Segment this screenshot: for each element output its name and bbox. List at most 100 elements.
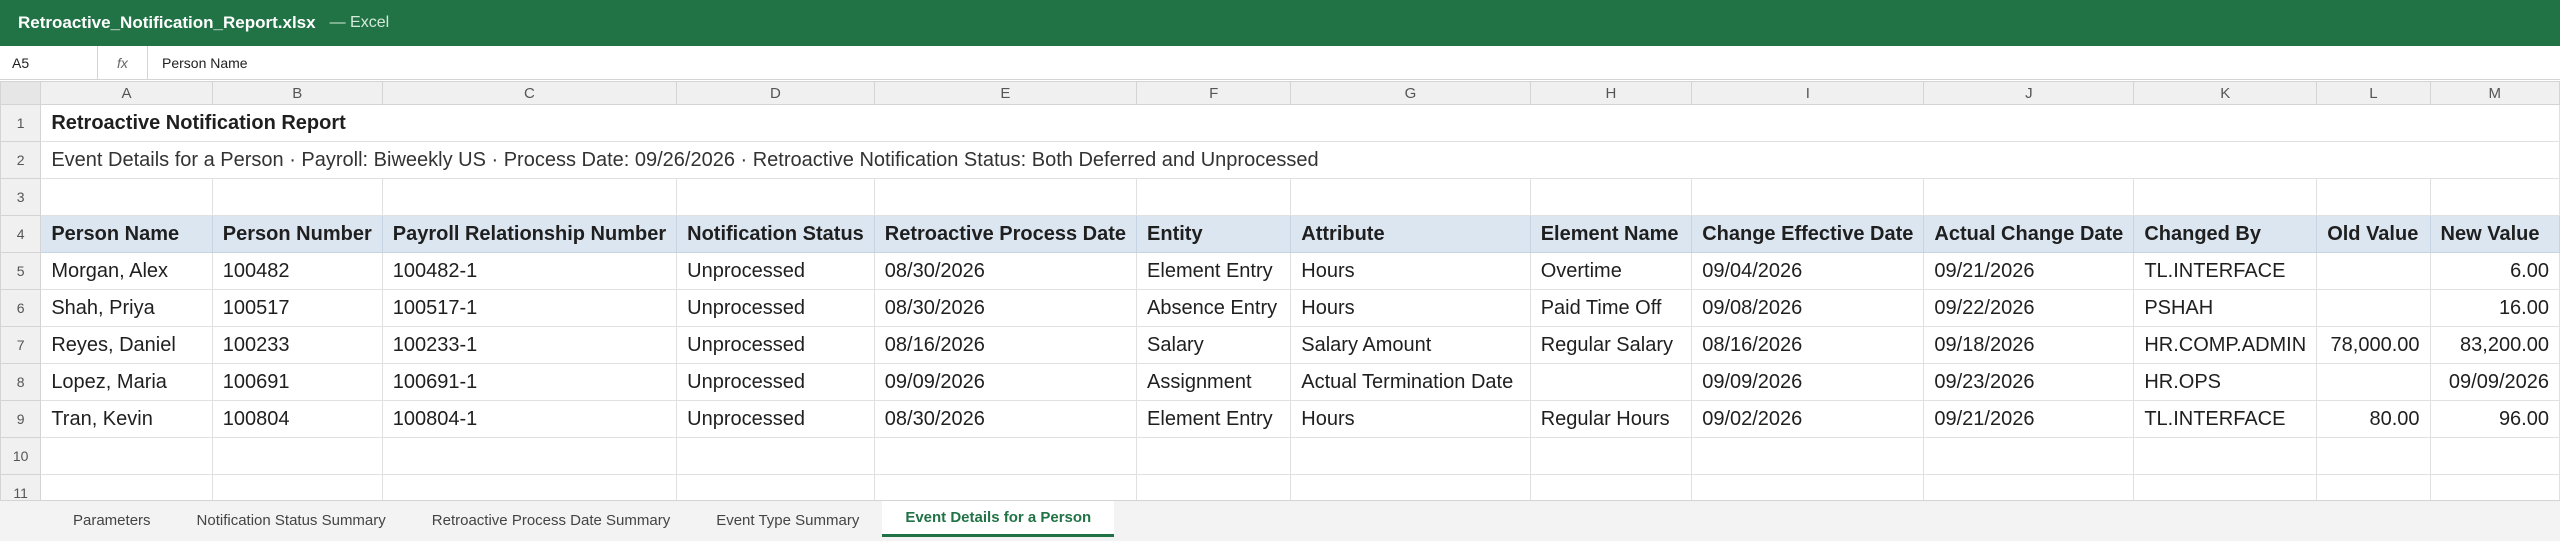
cell[interactable] <box>1529 363 1693 401</box>
cell[interactable] <box>1923 178 2135 216</box>
cell[interactable]: Salary <box>1136 326 1292 364</box>
column-header-j[interactable]: J <box>1923 81 2135 105</box>
cell[interactable]: 16.00 <box>2429 289 2560 327</box>
table-header-cell[interactable]: Payroll Relationship Number <box>381 215 678 253</box>
cell[interactable]: 09/09/2026 <box>2429 363 2560 401</box>
cell[interactable] <box>873 178 1138 216</box>
cell[interactable]: Unprocessed <box>676 400 875 438</box>
cell[interactable]: Hours <box>1290 289 1531 327</box>
cell[interactable]: 100233-1 <box>381 326 678 364</box>
cell[interactable]: 100691 <box>211 363 383 401</box>
cell[interactable]: Unprocessed <box>676 363 875 401</box>
cell[interactable]: PSHAH <box>2133 289 2318 327</box>
row-header-2[interactable]: 2 <box>0 141 42 179</box>
cell[interactable]: HR.OPS <box>2133 363 2318 401</box>
cell[interactable]: TL.INTERFACE <box>2133 252 2318 290</box>
cell[interactable]: 100233 <box>211 326 383 364</box>
cell[interactable] <box>381 437 678 475</box>
cell[interactable] <box>1290 437 1531 475</box>
sheet-tab-retroactive-process-date-summary[interactable]: Retroactive Process Date Summary <box>409 501 693 537</box>
cell[interactable] <box>211 178 383 216</box>
cell[interactable]: 100804-1 <box>381 400 678 438</box>
row-header-10[interactable]: 10 <box>0 437 42 475</box>
cell[interactable]: Assignment <box>1136 363 1292 401</box>
cell[interactable]: Lopez, Maria <box>40 363 213 401</box>
cell[interactable]: 08/30/2026 <box>873 400 1138 438</box>
cell[interactable]: Morgan, Alex <box>40 252 213 290</box>
cell[interactable] <box>1529 178 1693 216</box>
cell[interactable]: 09/18/2026 <box>1923 326 2135 364</box>
cell[interactable]: Element Entry <box>1136 252 1292 290</box>
column-header-f[interactable]: F <box>1136 81 1292 105</box>
cell[interactable] <box>40 437 213 475</box>
row-header-8[interactable]: 8 <box>0 363 42 401</box>
column-header-e[interactable]: E <box>873 81 1138 105</box>
sheet-tab-parameters[interactable]: Parameters <box>50 501 174 537</box>
cell[interactable]: Regular Salary <box>1529 326 1693 364</box>
column-header-c[interactable]: C <box>381 81 678 105</box>
table-header-cell[interactable]: Notification Status <box>676 215 875 253</box>
cell[interactable]: Regular Hours <box>1529 400 1693 438</box>
cell[interactable] <box>2429 437 2560 475</box>
cell[interactable] <box>2316 178 2431 216</box>
cell[interactable] <box>1691 178 1925 216</box>
cell[interactable]: 100482 <box>211 252 383 290</box>
cell[interactable]: 09/08/2026 <box>1691 289 1925 327</box>
cell[interactable] <box>2133 437 2318 475</box>
cell[interactable] <box>873 437 1138 475</box>
cell[interactable] <box>1923 437 2135 475</box>
cell[interactable]: 09/04/2026 <box>1691 252 1925 290</box>
row-header-4[interactable]: 4 <box>0 215 42 253</box>
column-header-b[interactable]: B <box>211 81 383 105</box>
cell[interactable] <box>1136 437 1292 475</box>
cell[interactable]: Absence Entry <box>1136 289 1292 327</box>
cell[interactable] <box>2133 178 2318 216</box>
table-header-cell[interactable]: Element Name <box>1529 215 1693 253</box>
column-header-h[interactable]: H <box>1529 81 1693 105</box>
cell[interactable] <box>2316 289 2431 327</box>
cell[interactable]: Tran, Kevin <box>40 400 213 438</box>
cell[interactable]: 09/22/2026 <box>1923 289 2135 327</box>
cell[interactable]: Salary Amount <box>1290 326 1531 364</box>
cell[interactable]: 80.00 <box>2316 400 2431 438</box>
cell[interactable]: 100517-1 <box>381 289 678 327</box>
cell[interactable]: 100804 <box>211 400 383 438</box>
table-header-cell[interactable]: Attribute <box>1290 215 1531 253</box>
row-header-1[interactable]: 1 <box>0 104 42 142</box>
cell[interactable]: 100482-1 <box>381 252 678 290</box>
table-header-cell[interactable]: Entity <box>1136 215 1292 253</box>
column-header-m[interactable]: M <box>2429 81 2560 105</box>
cell[interactable]: 08/30/2026 <box>873 289 1138 327</box>
fx-icon[interactable]: fx <box>98 46 148 79</box>
cell[interactable] <box>211 437 383 475</box>
cell[interactable]: TL.INTERFACE <box>2133 400 2318 438</box>
cell[interactable] <box>1529 437 1693 475</box>
cell[interactable]: Paid Time Off <box>1529 289 1693 327</box>
table-header-cell[interactable]: New Value <box>2429 215 2560 253</box>
table-header-cell[interactable]: Old Value <box>2316 215 2431 253</box>
cell[interactable]: 78,000.00 <box>2316 326 2431 364</box>
cell[interactable]: 09/09/2026 <box>1691 363 1925 401</box>
formula-input[interactable]: Person Name <box>148 55 248 71</box>
cell[interactable]: 96.00 <box>2429 400 2560 438</box>
cell[interactable] <box>2429 178 2560 216</box>
cell[interactable] <box>2316 363 2431 401</box>
column-header-k[interactable]: K <box>2133 81 2318 105</box>
row-header-5[interactable]: 5 <box>0 252 42 290</box>
column-header-g[interactable]: G <box>1290 81 1531 105</box>
cell[interactable]: 83,200.00 <box>2429 326 2560 364</box>
cell[interactable]: 08/16/2026 <box>873 326 1138 364</box>
cell[interactable]: Hours <box>1290 252 1531 290</box>
cell[interactable] <box>1691 437 1925 475</box>
report-subtitle-cell[interactable]: Event Details for a Person · Payroll: Bi… <box>40 141 2560 179</box>
cell[interactable] <box>676 178 875 216</box>
column-header-a[interactable]: A <box>40 81 213 105</box>
sheet-tab-notification-status-summary[interactable]: Notification Status Summary <box>174 501 409 537</box>
sheet-tab-event-type-summary[interactable]: Event Type Summary <box>693 501 882 537</box>
row-header-6[interactable]: 6 <box>0 289 42 327</box>
cell[interactable]: Shah, Priya <box>40 289 213 327</box>
cell[interactable]: Actual Termination Date <box>1290 363 1531 401</box>
cell[interactable]: Element Entry <box>1136 400 1292 438</box>
cell[interactable] <box>676 437 875 475</box>
cell[interactable]: Hours <box>1290 400 1531 438</box>
